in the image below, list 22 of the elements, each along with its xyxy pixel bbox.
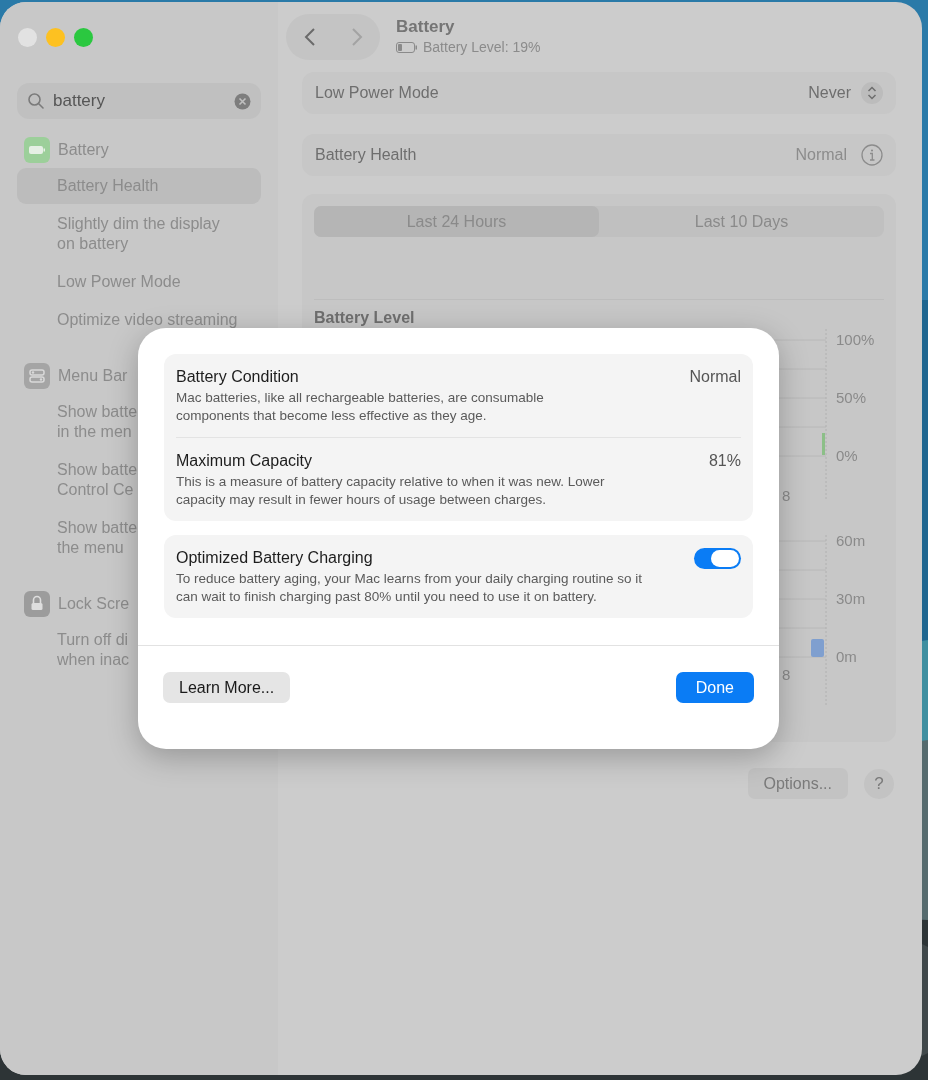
axis-label: 60m <box>836 532 866 550</box>
row-value: 81% <box>708 451 741 471</box>
axis-label: 0m <box>836 648 857 666</box>
page-title: Battery <box>396 16 456 37</box>
axis-label: 8 <box>782 487 791 505</box>
status-value: Normal <box>795 145 847 165</box>
row-title: Optimized Battery Charging <box>176 548 374 568</box>
row-description: Mac batteries, like all rechargeable batteries, are consumable components that become less effective as they age. <box>176 389 545 425</box>
axis-label: 30m <box>836 590 866 608</box>
axis-label: 100% <box>836 331 875 349</box>
row-title: Battery Condition <box>176 367 300 387</box>
setting-label: Battery Health <box>315 145 418 165</box>
battery-level-text: Battery Level: 19% <box>423 37 541 57</box>
axis-label: 50% <box>836 389 867 407</box>
chart-heading: Battery Level <box>314 309 416 327</box>
row-title: Maximum Capacity <box>176 451 314 471</box>
row-description: To reduce battery aging, your Mac learns from your daily charging routine so it can wait to finish charging past 80% until you need to use it on battery. <box>176 570 643 606</box>
row-description: This is a measure of battery capacity relative to when it was new. Lower capacity may result in fewer hours of usage between charges. <box>176 473 606 509</box>
setting-label: Low Power Mode <box>315 83 440 103</box>
row-value: Normal <box>689 367 741 387</box>
axis-label: 0% <box>836 447 858 465</box>
axis-label: 8 <box>782 666 791 684</box>
